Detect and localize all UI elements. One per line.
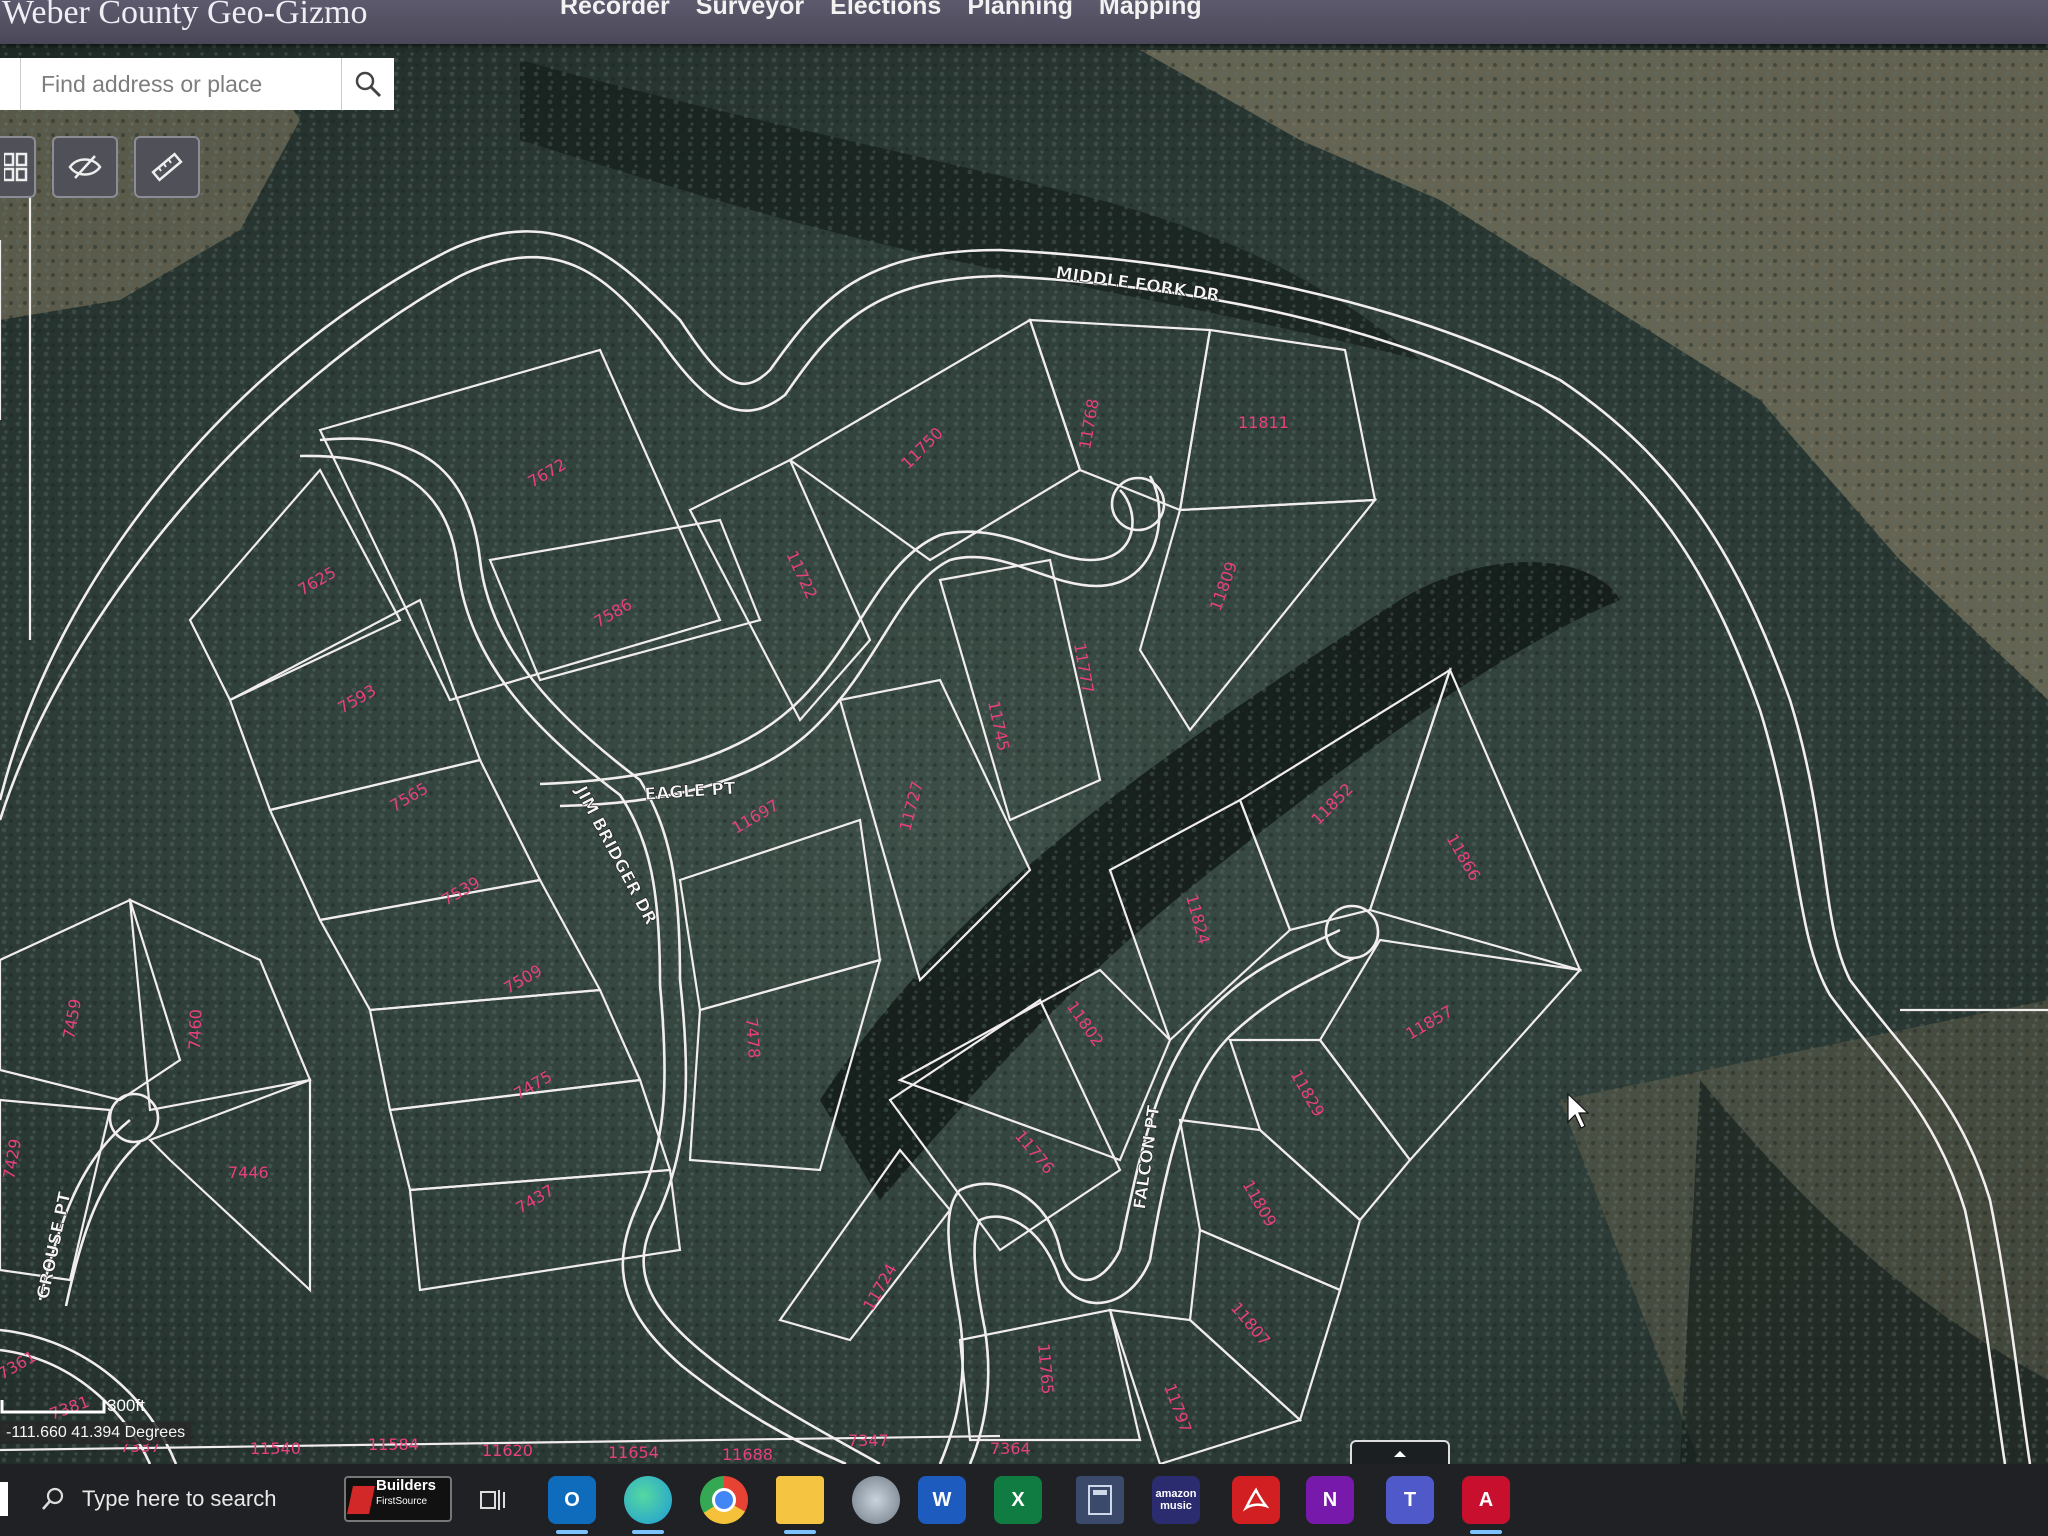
search-widget bbox=[0, 58, 394, 110]
nav-elections[interactable]: Elections bbox=[830, 0, 941, 21]
ruler-icon bbox=[151, 152, 183, 182]
taskbar-search[interactable]: Type here to search bbox=[40, 1474, 340, 1524]
parcel-label[interactable]: 11688 bbox=[722, 1445, 773, 1464]
builders-logo-icon bbox=[347, 1486, 375, 1514]
layer-visibility-button[interactable] bbox=[52, 136, 118, 198]
parcel-label[interactable]: 11540 bbox=[250, 1439, 301, 1458]
attribute-table-toggle[interactable] bbox=[1350, 1440, 1450, 1466]
start-button[interactable] bbox=[0, 1482, 8, 1516]
nav-surveyor[interactable]: Surveyor bbox=[696, 0, 804, 21]
autocad-icon[interactable]: A bbox=[1462, 1476, 1510, 1534]
parcel-label[interactable]: 11654 bbox=[608, 1443, 659, 1462]
amazon-music-icon[interactable]: amazon music bbox=[1152, 1476, 1200, 1524]
onenote-icon[interactable]: N bbox=[1306, 1476, 1354, 1524]
eye-slash-icon bbox=[68, 155, 102, 179]
word-icon[interactable]: W bbox=[918, 1476, 966, 1524]
top-nav: Recorder Surveyor Elections Planning Map… bbox=[560, 0, 1202, 21]
acrobat-icon[interactable] bbox=[1232, 1476, 1280, 1524]
parcel-label[interactable]: 7364 bbox=[990, 1439, 1031, 1458]
file-explorer-icon[interactable] bbox=[776, 1476, 824, 1534]
aerial-map[interactable]: MIDDLE FORK DR EAGLE PT JIM BRIDGER DR F… bbox=[0, 44, 2048, 1464]
calculator-icon[interactable] bbox=[1076, 1476, 1124, 1524]
coordinate-readout: -111.660 41.394 Degrees bbox=[0, 1422, 192, 1444]
taskbar-search-text: Type here to search bbox=[82, 1486, 277, 1511]
task-view-icon[interactable] bbox=[470, 1476, 518, 1524]
builders-label: Builders bbox=[376, 1477, 437, 1494]
parcel-label[interactable]: 7347 bbox=[848, 1431, 889, 1450]
chevron-up-icon bbox=[1394, 1451, 1406, 1457]
windows-taskbar: Type here to search Builders FirstSource… bbox=[0, 1464, 2048, 1536]
outlook-icon[interactable]: O bbox=[548, 1476, 596, 1534]
nav-planning[interactable]: Planning bbox=[967, 0, 1073, 21]
grid-icon bbox=[4, 152, 28, 182]
app-header: Weber County Geo-Gizmo Recorder Surveyor… bbox=[0, 0, 2048, 44]
parcel-label[interactable]: 7446 bbox=[228, 1163, 269, 1182]
search-source-dropdown[interactable] bbox=[0, 58, 21, 110]
parcel-label[interactable]: 11584 bbox=[368, 1435, 419, 1454]
measure-button[interactable] bbox=[134, 136, 200, 198]
app-title: Weber County Geo-Gizmo bbox=[2, 0, 368, 31]
search-icon bbox=[42, 1487, 64, 1510]
parcel-label[interactable]: 7478 bbox=[742, 1017, 764, 1059]
nav-mapping[interactable]: Mapping bbox=[1099, 0, 1202, 21]
nav-recorder[interactable]: Recorder bbox=[560, 0, 670, 21]
parcel-label[interactable]: 11811 bbox=[1238, 413, 1289, 432]
teams-icon[interactable]: T bbox=[1386, 1476, 1434, 1524]
search-icon bbox=[355, 71, 382, 98]
tree-texture bbox=[0, 44, 2048, 1464]
scale-label: 300ft bbox=[107, 1396, 145, 1415]
geo-gizmo-window: Weber County Geo-Gizmo Recorder Surveyor… bbox=[0, 0, 2048, 1536]
photos-icon[interactable] bbox=[852, 1476, 900, 1524]
chrome-icon[interactable] bbox=[700, 1476, 748, 1524]
edge-icon[interactable] bbox=[624, 1476, 672, 1534]
builders-sub-label: FirstSource bbox=[376, 1496, 428, 1507]
map-toolbar bbox=[0, 136, 200, 198]
parcel-label[interactable]: 7460 bbox=[185, 1009, 205, 1050]
excel-icon[interactable]: X bbox=[994, 1476, 1042, 1524]
map-view[interactable]: MIDDLE FORK DR EAGLE PT JIM BRIDGER DR F… bbox=[0, 44, 2048, 1464]
search-button[interactable] bbox=[341, 58, 394, 110]
basemap-gallery-button[interactable] bbox=[0, 136, 36, 198]
builders-firstsource-app[interactable]: Builders FirstSource bbox=[344, 1476, 452, 1522]
search-input[interactable] bbox=[21, 58, 341, 110]
parcel-label[interactable]: 11620 bbox=[482, 1441, 533, 1460]
